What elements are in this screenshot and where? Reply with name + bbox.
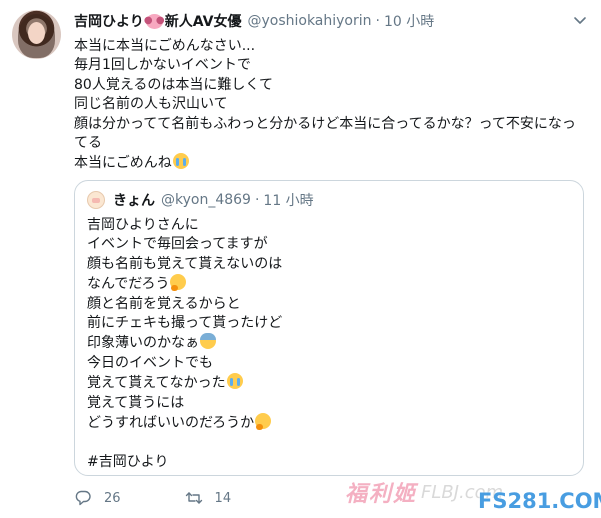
author-name-suffix[interactable]: 新人AV女優 [165,11,242,31]
retweet-button[interactable]: 14 [185,489,232,507]
thinking-face-icon [255,413,272,431]
quote-line-blank [87,433,567,452]
hashtag-link[interactable]: #吉岡ひより [87,453,567,472]
quoted-author-avatar [87,191,105,209]
quoted-author-name: きょん [113,193,155,209]
avatar-face [28,22,45,44]
watermark-text: 福利姬 [345,481,418,507]
quote-line: 印象薄いのかなぁ [87,335,199,352]
downcast-sweat-face-icon [200,333,216,350]
tweet-line: 80人覚えるのは本当に難しくて [74,76,273,93]
tweet-text: 本当に本当にごめんなさい... 毎月1回しかないイベントで 80人覚えるのは本当… [74,37,586,174]
reply-icon [75,490,91,506]
tweet-line-with-emoji: 本当にごめんね [74,153,586,173]
pig-face-icon: ● ● [144,13,165,29]
quote-line: 吉岡ひよりさんに [87,217,199,233]
separator-dot: · [375,13,380,29]
crying-face-icon [172,153,189,170]
tweet-line: 顔は分かってて名前もふわっと分かるけど本当に合ってるかな？って不安になっ [74,115,576,132]
separator-dot: · [254,192,260,208]
quote-line: なんでだろう [87,276,170,293]
tweet-line: 毎月1回しかないイベントで [74,57,251,74]
quote-line: イベントで毎回会ってますが [87,236,268,253]
quote-line: 顔と名前を覚えるからと [87,295,241,312]
tweet-line: てる [74,135,102,152]
thinking-face-icon [170,274,187,292]
quote-line-with-emoji: どうすればいいのだろうか [87,413,567,433]
quote-line: 覚えて貰えてなかった [87,375,226,392]
quote-line-with-emoji: 覚えて貰えてなかった [87,373,567,393]
quote-line: 覚えて貰うには [87,394,185,411]
author-name[interactable]: 吉岡ひより [74,11,144,31]
quote-line: 今日のイベントでも [87,354,213,371]
tweet-line: 本当にごめんね [74,155,172,172]
author-handle[interactable]: @yoshiokahiyorin [247,13,371,29]
quote-line-with-emoji: なんでだろう [87,274,567,294]
retweet-count: 14 [214,490,232,506]
quoted-tweet-time: 11 小時 [263,193,314,209]
crying-face-icon [226,373,243,390]
tweet-line: 同じ名前の人も沢山いて [74,96,228,113]
quote-line: 顔も名前も覚えて貰えないのは [87,255,283,272]
quote-line: 前にチェキも撮って貰ったけど [87,315,283,332]
tweet-time[interactable]: 10 小時 [384,11,434,31]
reply-button[interactable]: 26 [74,489,121,507]
tweet-actions: 26 14 [74,486,295,510]
chevron-down-icon[interactable] [572,12,588,28]
quoted-author-handle: @kyon_4869 [161,192,251,208]
tweet-header: 吉岡ひより ● ● 新人AV女優 @yoshiokahiyorin · 10 小… [74,11,434,31]
quoted-tweet[interactable]: きょん @kyon_4869 · 11 小時 吉岡ひよりさんに イベントで毎回会… [74,180,584,476]
quoted-tweet-header: きょん @kyon_4869 · 11 小時 [87,191,314,209]
quoted-tweet-text: 吉岡ひよりさんに イベントで毎回会ってますが 顔も名前も覚えて貰えないのは なん… [87,216,567,472]
tweet-line: 本当に本当にごめんなさい... [74,38,256,54]
tweet-card: 吉岡ひより ● ● 新人AV女優 @yoshiokahiyorin · 10 小… [0,0,601,518]
retweet-icon [185,492,202,504]
watermark-site: FS281.COM [478,489,601,513]
quote-line: どうすればいいのだろうか [87,415,255,432]
author-avatar[interactable] [12,10,61,59]
quote-line-with-emoji: 印象薄いのかなぁ [87,333,567,353]
reply-count: 26 [104,490,121,506]
